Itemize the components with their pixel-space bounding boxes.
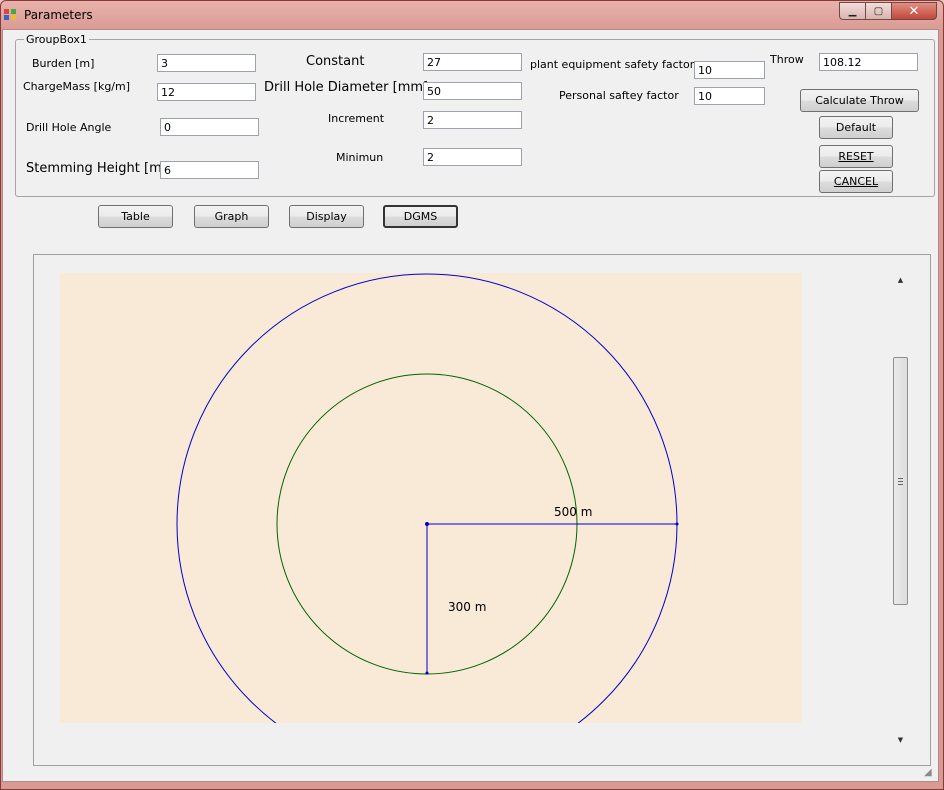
- grip-icon: [898, 478, 903, 485]
- plant-safety-factor-input[interactable]: [694, 61, 765, 79]
- minimum-label: Minimun: [336, 151, 384, 164]
- inner-radius-endpoint: [425, 671, 429, 675]
- scroll-down-arrow-icon[interactable]: ▼: [892, 733, 909, 747]
- display-panel: 500 m 300 m ▲ ▼: [33, 254, 931, 766]
- cancel-button[interactable]: CANCEL: [819, 170, 893, 193]
- personal-safety-factor-label: Personal saftey factor: [559, 89, 679, 102]
- stemming-height-input[interactable]: [160, 161, 259, 179]
- default-button[interactable]: Default: [819, 116, 893, 139]
- constant-label: Constant: [306, 54, 365, 69]
- drill-hole-diameter-label: Drill Hole Diameter [mm]: [264, 80, 429, 95]
- parameters-groupbox: GroupBox1 Burden [m] ChargeMass [kg/m] D…: [15, 33, 935, 197]
- drill-hole-diameter-input[interactable]: [423, 82, 522, 100]
- calculate-throw-label: Calculate Throw: [815, 94, 904, 107]
- display-tab-label: Display: [306, 210, 347, 223]
- maximize-button[interactable]: ▢: [865, 2, 891, 20]
- charge-mass-input[interactable]: [157, 83, 256, 101]
- minimize-icon: ▁: [848, 5, 857, 17]
- throw-output[interactable]: [819, 53, 918, 71]
- increment-input[interactable]: [423, 111, 522, 129]
- close-icon: ✕: [908, 3, 920, 19]
- graph-tab-label: Graph: [214, 210, 249, 223]
- dgms-tab-button[interactable]: DGMS: [383, 205, 458, 228]
- outer-radius-label: 500 m: [554, 505, 592, 519]
- center-point: [425, 522, 429, 526]
- inner-radius-label: 300 m: [448, 600, 486, 614]
- window-controls: ▁ ▢ ✕: [839, 2, 937, 20]
- title-bar[interactable]: Parameters ▁ ▢ ✕: [1, 1, 943, 29]
- scrollbar-thumb[interactable]: [893, 357, 908, 605]
- default-label: Default: [835, 121, 877, 134]
- outer-radius-endpoint: [675, 522, 679, 526]
- drill-hole-angle-input[interactable]: [160, 118, 259, 136]
- calculate-throw-button[interactable]: Calculate Throw: [800, 89, 919, 112]
- plant-safety-factor-label: plant equipment safety factor: [530, 58, 695, 71]
- vertical-scrollbar[interactable]: ▲ ▼: [892, 273, 909, 747]
- burden-input[interactable]: [157, 54, 256, 72]
- maximize-icon: ▢: [873, 5, 884, 17]
- burden-label: Burden [m]: [32, 57, 95, 70]
- minimum-input[interactable]: [423, 148, 522, 166]
- cancel-label: CANCEL: [833, 175, 879, 188]
- constant-input[interactable]: [423, 53, 522, 71]
- increment-label: Increment: [328, 112, 385, 125]
- graph-tab-button[interactable]: Graph: [194, 205, 269, 228]
- charge-mass-label: ChargeMass [kg/m]: [23, 80, 131, 93]
- dgms-tab-label: DGMS: [403, 210, 438, 223]
- minimize-button[interactable]: ▁: [839, 2, 865, 20]
- app-icon: [4, 9, 18, 21]
- dgms-diagram-svg: 500 m 300 m: [176, 273, 679, 723]
- personal-safety-factor-input[interactable]: [694, 87, 765, 105]
- dgms-diagram: 500 m 300 m: [60, 273, 802, 723]
- window-title: Parameters: [24, 8, 93, 22]
- groupbox-legend: GroupBox1: [24, 33, 89, 46]
- stemming-height-label: Stemming Height [m]: [26, 161, 167, 176]
- resize-grip-icon[interactable]: ◢: [924, 767, 936, 779]
- parameters-window: Parameters ▁ ▢ ✕ GroupBox1 Burden [m] Ch…: [0, 0, 944, 790]
- scroll-up-arrow-icon[interactable]: ▲: [892, 273, 909, 287]
- close-button[interactable]: ✕: [891, 2, 937, 20]
- table-tab-button[interactable]: Table: [98, 205, 173, 228]
- display-tab-button[interactable]: Display: [289, 205, 364, 228]
- reset-label: RESET: [838, 150, 874, 163]
- reset-button[interactable]: RESET: [819, 145, 893, 168]
- throw-label: Throw: [770, 53, 804, 66]
- client-area: GroupBox1 Burden [m] ChargeMass [kg/m] D…: [2, 29, 939, 782]
- table-tab-label: Table: [121, 210, 150, 223]
- drill-hole-angle-label: Drill Hole Angle: [26, 121, 112, 134]
